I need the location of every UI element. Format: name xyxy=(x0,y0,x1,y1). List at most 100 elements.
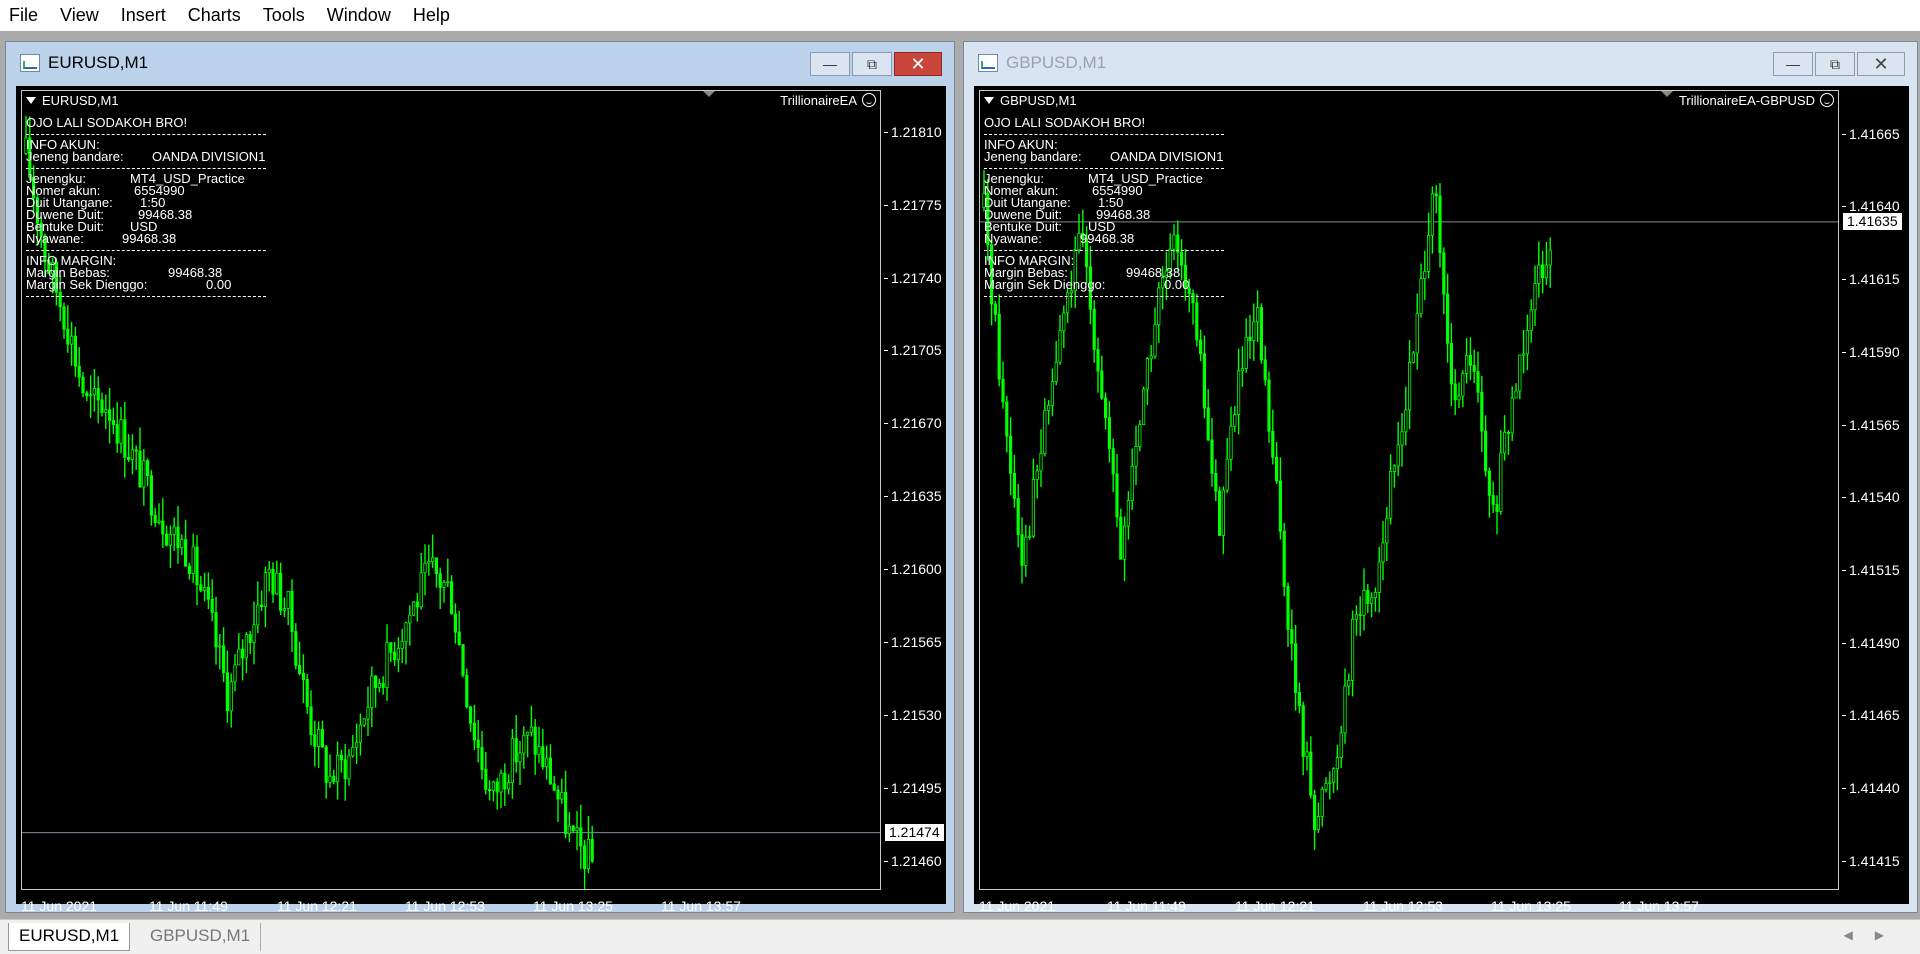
candle xyxy=(1115,454,1119,528)
price-tick-label: 1.41590 xyxy=(1842,343,1900,360)
candle xyxy=(1335,744,1340,791)
candle xyxy=(430,534,435,568)
time-tick-label: 11 Jun 12:53 xyxy=(405,898,485,914)
candle xyxy=(275,560,279,595)
menu-insert[interactable]: Insert xyxy=(112,0,179,31)
smiley-icon[interactable] xyxy=(862,93,876,107)
candle xyxy=(997,294,1001,387)
candle xyxy=(484,752,488,795)
menu-charts[interactable]: Charts xyxy=(179,0,254,31)
price-axis[interactable]: 1.41665 1.41640 1.41615 1.41590 1.41565 1.415… xyxy=(1842,90,1913,890)
divider xyxy=(26,134,266,135)
candle xyxy=(1339,725,1343,768)
chart-window-eurusd[interactable]: EURUSD,M1 — ⧉ ✕ EURUSD,M1 TrillionaireEA… xyxy=(5,41,955,914)
candle xyxy=(1244,318,1248,373)
window-titlebar[interactable]: GBPUSD,M1 — ⧉ ✕ xyxy=(964,42,1917,84)
candle xyxy=(461,643,465,678)
chart-plot[interactable]: GBPUSD,M1 TrillionaireEA-GBPUSD OJO LALI… xyxy=(979,90,1839,890)
candle xyxy=(1499,430,1503,515)
minimize-button[interactable]: — xyxy=(810,52,850,76)
price-tick-label: 1.21565 xyxy=(884,634,942,651)
candle xyxy=(89,375,93,418)
candle xyxy=(506,774,511,795)
candle xyxy=(233,654,237,692)
candle xyxy=(282,597,287,617)
chart-symbol-header[interactable]: GBPUSD,M1 xyxy=(984,93,1077,108)
divider xyxy=(26,296,266,297)
candle xyxy=(514,715,518,773)
candle xyxy=(100,392,104,417)
chart-area[interactable]: GBPUSD,M1 TrillionaireEA-GBPUSD OJO LALI… xyxy=(974,86,1909,914)
menu-view[interactable]: View xyxy=(51,0,112,31)
candle xyxy=(560,778,564,804)
candle xyxy=(1468,337,1473,381)
smiley-icon[interactable] xyxy=(1820,93,1834,107)
chart-shift-marker[interactable] xyxy=(1660,91,1674,97)
candle xyxy=(313,720,317,767)
candle xyxy=(993,300,997,322)
maximize-button[interactable]: ⧉ xyxy=(1815,52,1855,76)
candle xyxy=(1529,299,1533,343)
window-titlebar[interactable]: EURUSD,M1 — ⧉ ✕ xyxy=(6,42,954,84)
candle xyxy=(1134,425,1138,486)
chart-area[interactable]: EURUSD,M1 TrillionaireEA OJO LALI SODAKO… xyxy=(16,86,946,914)
candle xyxy=(278,562,283,616)
candle xyxy=(590,825,594,863)
chart-shift-marker[interactable] xyxy=(702,91,716,97)
candle xyxy=(320,720,325,748)
candle xyxy=(351,734,355,758)
close-button[interactable]: ✕ xyxy=(894,52,942,76)
candle xyxy=(366,686,370,736)
close-button[interactable]: ✕ xyxy=(1857,52,1905,76)
candle xyxy=(202,572,207,602)
chart-symbol-header[interactable]: EURUSD,M1 xyxy=(26,93,119,108)
time-axis[interactable]: 11 Jun 2021 11 Jun 11:49 11 Jun 12:21 11 Ju… xyxy=(979,894,1839,918)
candle xyxy=(77,347,81,387)
tab-scroll-arrows[interactable]: ◀▶ xyxy=(1844,928,1906,942)
candle xyxy=(358,713,363,756)
candle xyxy=(1217,486,1222,536)
candle xyxy=(267,561,271,592)
chart-window-gbpusd[interactable]: GBPUSD,M1 — ⧉ ✕ GBPUSD,M1 TrillionaireEA… xyxy=(963,41,1918,914)
candle xyxy=(199,575,203,593)
chevron-down-icon[interactable] xyxy=(984,97,994,104)
time-axis[interactable]: 11 Jun 2021 11 Jun 11:49 11 Jun 12:21 11 Ju… xyxy=(21,894,881,918)
candle xyxy=(389,642,393,663)
candle xyxy=(73,326,78,377)
minimize-button[interactable]: — xyxy=(1773,52,1813,76)
chevron-left-icon[interactable]: ◀ xyxy=(1844,928,1875,942)
menu-file[interactable]: File xyxy=(0,0,51,31)
tab-eurusd[interactable]: EURUSD,M1 xyxy=(8,923,131,951)
candle xyxy=(1404,386,1408,446)
candle xyxy=(1252,303,1256,361)
candle xyxy=(1354,605,1359,636)
menu-help[interactable]: Help xyxy=(404,0,463,31)
maximize-button[interactable]: ⧉ xyxy=(852,52,892,76)
candle xyxy=(408,605,412,646)
candle xyxy=(111,407,115,434)
candle xyxy=(316,721,321,768)
candle xyxy=(104,394,108,430)
candle xyxy=(423,544,427,596)
candle xyxy=(1411,350,1416,364)
candle xyxy=(92,368,96,412)
candle xyxy=(1214,459,1218,502)
candle xyxy=(1423,250,1427,301)
candle xyxy=(134,445,138,470)
candle xyxy=(1442,247,1446,315)
chart-plot[interactable]: EURUSD,M1 TrillionaireEA OJO LALI SODAKO… xyxy=(21,90,881,890)
price-tick-label: 1.41665 xyxy=(1842,125,1900,142)
chevron-down-icon[interactable] xyxy=(26,97,36,104)
menu-window[interactable]: Window xyxy=(318,0,404,31)
candle xyxy=(1396,421,1400,476)
menu-tools[interactable]: Tools xyxy=(254,0,318,31)
chevron-right-icon[interactable]: ▶ xyxy=(1875,928,1906,942)
tab-gbpusd[interactable]: GBPUSD,M1 xyxy=(140,923,262,951)
candle xyxy=(548,744,553,785)
candle xyxy=(1358,596,1362,637)
info-panel: OJO LALI SODAKOH BRO! INFO AKUN: Jeneng … xyxy=(26,116,266,301)
candle xyxy=(191,533,195,583)
candle xyxy=(1487,467,1492,518)
candle xyxy=(1054,341,1058,386)
price-axis[interactable]: 1.21810 1.21775 1.21740 1.21705 1.21670 1.216… xyxy=(884,90,955,890)
